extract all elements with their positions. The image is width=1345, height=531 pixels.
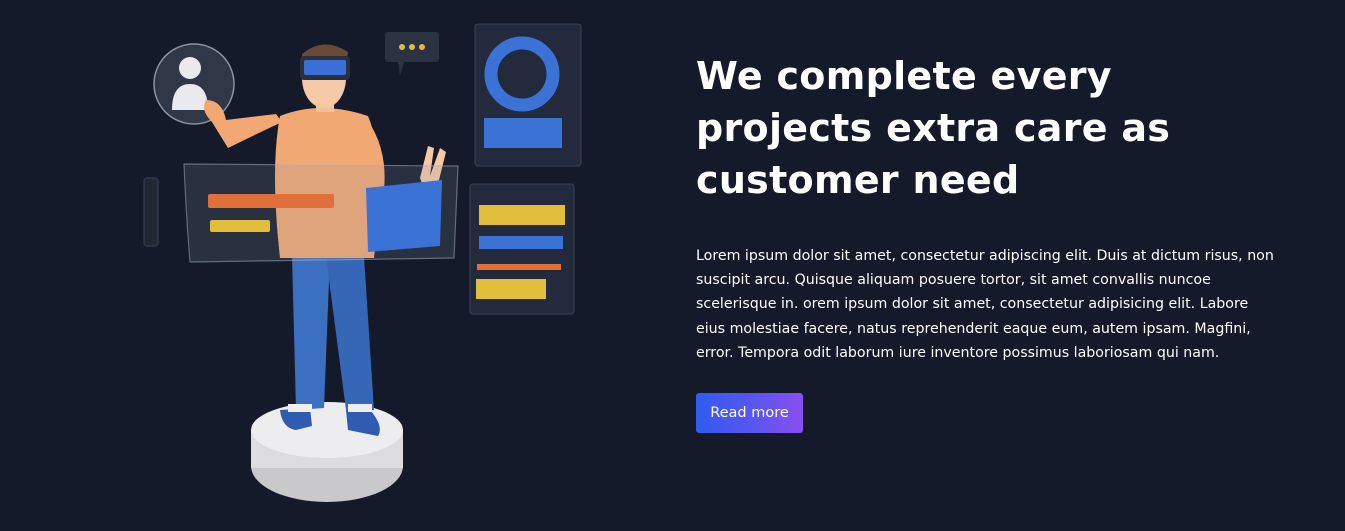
hologram-panel (143, 163, 459, 263)
read-more-button[interactable]: Read more (696, 393, 803, 434)
vr-headset-icon (300, 56, 350, 80)
hero-paragraph: Lorem ipsum dolor sit amet, consectetur … (696, 248, 1274, 361)
pedestal (251, 402, 403, 502)
dashboard-card-top (474, 23, 582, 167)
dashboard-card-bottom (469, 183, 575, 315)
vr-person-illustration (143, 23, 582, 502)
hero-section: We complete every projects extra care as… (0, 0, 1345, 531)
chat-bubble-icon (385, 32, 439, 76)
hero-illustration (130, 18, 600, 518)
hero-content: We complete every projects extra care as… (696, 50, 1286, 434)
hero-headline: We complete every projects extra care as… (696, 54, 1171, 202)
